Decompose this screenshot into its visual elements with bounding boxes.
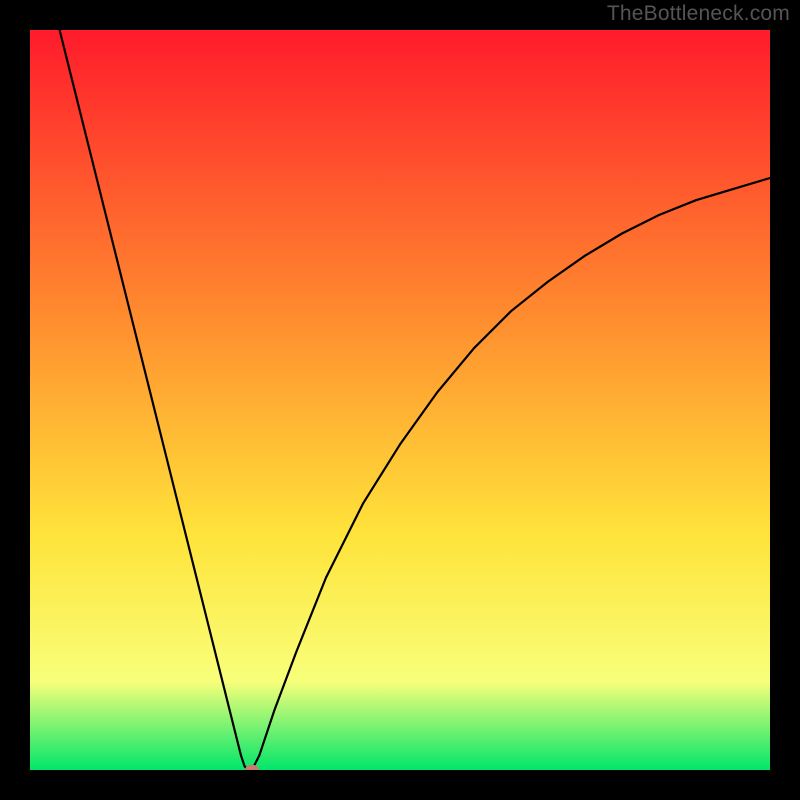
gradient-background — [30, 30, 770, 770]
chart-frame: TheBottleneck.com — [0, 0, 800, 800]
optimal-point-marker — [245, 765, 259, 770]
chart-svg — [30, 30, 770, 770]
watermark-text: TheBottleneck.com — [607, 2, 790, 26]
plot-area — [30, 30, 770, 770]
